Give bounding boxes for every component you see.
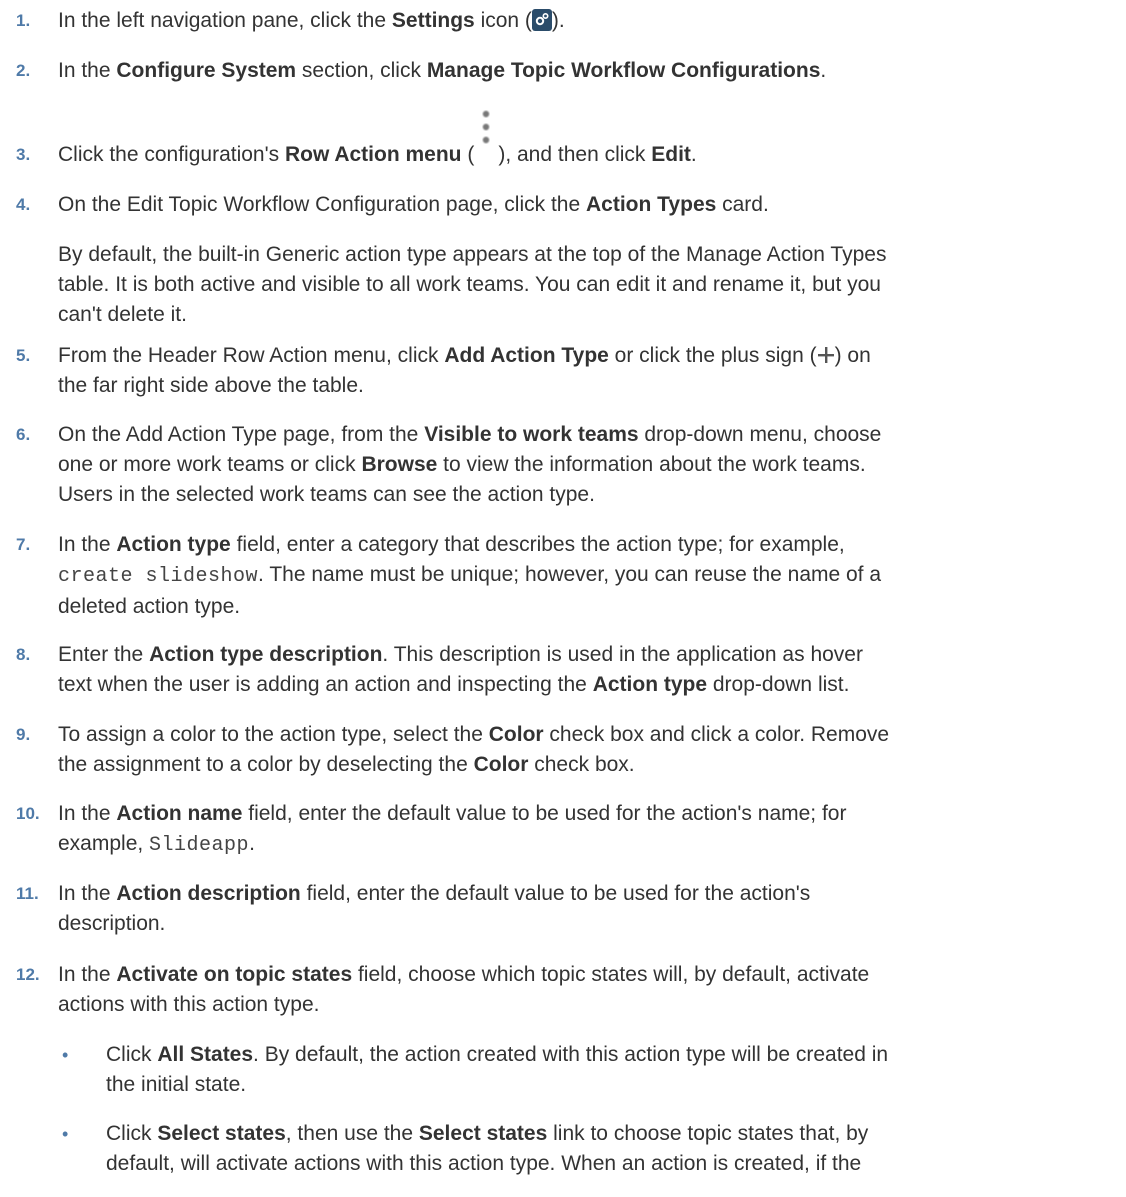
step-text: On the Add Action Type page, from the Vi… bbox=[58, 423, 882, 506]
gear-icon bbox=[531, 9, 552, 31]
step-text: In the Action name field, enter the defa… bbox=[58, 802, 847, 857]
step-number: 11. bbox=[16, 884, 39, 903]
step-text: In the Action type field, enter a catego… bbox=[58, 533, 882, 618]
plus-icon bbox=[817, 343, 835, 363]
step-text: In the Action description field, enter t… bbox=[58, 882, 811, 935]
step-text: In the left navigation pane, click the S… bbox=[58, 9, 565, 32]
step-number: 3. bbox=[16, 145, 31, 164]
bullet-text: Click All States. By default, the action… bbox=[106, 1043, 889, 1096]
step-number: 5. bbox=[16, 346, 31, 365]
step-number: 6. bbox=[16, 425, 31, 444]
step-number: 1. bbox=[16, 11, 31, 30]
step-text: In the Configure System section, click M… bbox=[58, 59, 827, 82]
step-text: To assign a color to the action type, se… bbox=[58, 723, 890, 776]
step-number: 9. bbox=[16, 725, 31, 744]
step-text: In the Activate on topic states field, c… bbox=[58, 963, 870, 1016]
step-number: 8. bbox=[16, 645, 31, 664]
bullet-marker: • bbox=[62, 1124, 69, 1144]
step-number: 7. bbox=[16, 535, 31, 554]
step-text: On the Edit Topic Workflow Configuration… bbox=[58, 193, 769, 216]
step-text: From the Header Row Action menu, click A… bbox=[58, 343, 871, 397]
kebab-menu-icon bbox=[474, 110, 498, 161]
step-number: 2. bbox=[16, 61, 31, 80]
step-number: 4. bbox=[16, 195, 31, 214]
bullet-marker: • bbox=[62, 1045, 69, 1065]
note-paragraph: By default, the built-in Generic action … bbox=[58, 243, 887, 326]
bullet-text: Click Select states, then use the Select… bbox=[106, 1122, 869, 1175]
step-text: Click the configuration's Row Action men… bbox=[58, 110, 1110, 170]
step-number: 12. bbox=[16, 965, 40, 984]
step-text: Enter the Action type description. This … bbox=[58, 643, 863, 696]
step-number: 10. bbox=[16, 804, 40, 823]
